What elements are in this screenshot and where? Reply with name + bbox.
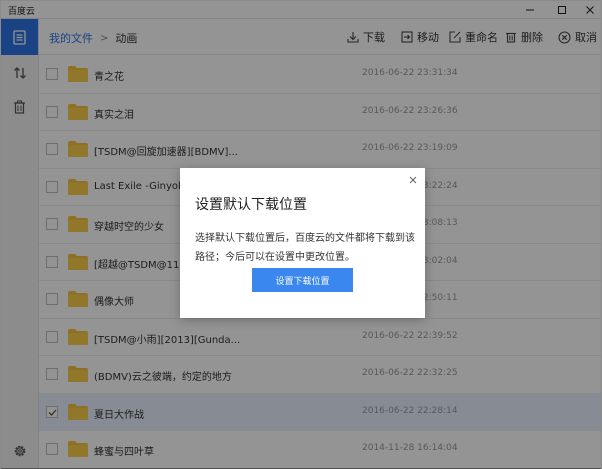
dialog-close-button[interactable]	[406, 173, 420, 187]
set-download-location-button[interactable]: 设置下载位置	[252, 268, 353, 292]
download-location-dialog: 设置默认下载位置 选择默认下载位置后，百度云的文件都将下载到该路径；今后可以在设…	[180, 168, 425, 318]
app-window: 百度云 我的文件 > 动画 下载 移动 重命名 删除 取消 青之花 2016-0…	[0, 0, 602, 469]
dialog-message: 选择默认下载位置后，百度云的文件都将下载到该路径；今后可以在设置中更改位置。	[195, 233, 415, 263]
close-icon	[409, 176, 417, 184]
dialog-title: 设置默认下载位置	[195, 197, 307, 213]
